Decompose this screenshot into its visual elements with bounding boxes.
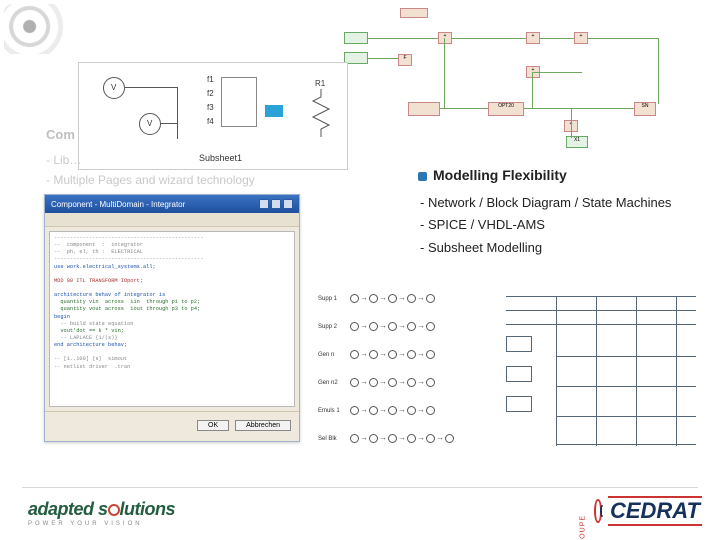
node-icon [407, 322, 416, 331]
node-icon [426, 294, 435, 303]
node-icon [369, 406, 378, 415]
node-icon [369, 322, 378, 331]
node-icon [369, 378, 378, 387]
close-icon[interactable] [283, 199, 293, 209]
node-icon [388, 434, 397, 443]
node-icon [350, 434, 359, 443]
footer-divider [22, 487, 698, 488]
node-icon [369, 350, 378, 359]
block-opt: OPT20 [488, 102, 524, 116]
left-item-0: - Lib… [46, 150, 376, 170]
node-icon [426, 434, 435, 443]
left-heading: Com [46, 124, 376, 146]
node-icon [388, 406, 397, 415]
block-sum1: + [438, 32, 452, 44]
node-icon [407, 406, 416, 415]
node-icon [426, 350, 435, 359]
node-icon [388, 294, 397, 303]
node-icon [426, 378, 435, 387]
node-icon [407, 294, 416, 303]
node-icon [407, 434, 416, 443]
f1-label: f1 [207, 75, 214, 84]
block-label-top [400, 8, 428, 18]
node-icon [350, 322, 359, 331]
block-sum2: + [526, 32, 540, 44]
cancel-button[interactable]: Abbrechen [235, 420, 291, 431]
block-src-a [344, 32, 368, 44]
node-icon [388, 350, 397, 359]
dots-row-label: Gen n [318, 352, 344, 358]
dots-row-label: Sel Blk [318, 436, 344, 442]
block-out: X1 [566, 136, 588, 148]
logo-o-icon [108, 504, 120, 516]
groupe-label: GROUPE [579, 515, 586, 540]
logo-as-part1: adapted s [28, 499, 108, 519]
maximize-icon[interactable] [271, 199, 281, 209]
dots-row-label: Emuls 1 [318, 408, 344, 414]
dots-row: Sel Blk [318, 434, 488, 443]
block-sum4: + [574, 32, 588, 44]
swirl-logo [4, 4, 68, 54]
code-editor[interactable]: ----------------------------------------… [49, 231, 295, 407]
node-icon [350, 406, 359, 415]
dots-row: Supp 1 [318, 294, 488, 303]
window-titlebar[interactable]: Component - MultiDomain - Integrator [45, 195, 299, 213]
f2-label: f2 [207, 89, 214, 98]
window-toolbar[interactable] [45, 213, 299, 227]
block-elec [408, 102, 440, 116]
right-text-column: Modelling Flexibility - Network / Block … [418, 163, 718, 260]
node-icon [407, 350, 416, 359]
dots-row-label: Supp 1 [318, 296, 344, 302]
block-gain: F [398, 54, 412, 66]
node-icon [388, 322, 397, 331]
block-diagram-thumbnail: + F + + + OPT20 + SN X1 [338, 8, 710, 158]
adapted-solutions-logo: adapted s lutions POWER YOUR VISION [28, 496, 228, 530]
detailed-circuit-thumbnail [496, 276, 712, 464]
cedrat-wordmark: CEDRAT [608, 496, 702, 526]
node-icon [350, 350, 359, 359]
adapted-tagline: POWER YOUR VISION [28, 521, 228, 527]
node-icon [388, 378, 397, 387]
node-icon [350, 378, 359, 387]
node-icon [426, 406, 435, 415]
node-icon [426, 322, 435, 331]
ok-button[interactable]: OK [197, 420, 229, 431]
window-button-bar: OK Abbrechen [45, 411, 299, 439]
dots-row: Gen n [318, 350, 488, 359]
block-scope: SN [634, 102, 656, 116]
r1-label: R1 [315, 79, 325, 88]
cedrat-c-icon [594, 499, 602, 523]
node-icon [350, 294, 359, 303]
minimize-icon[interactable] [259, 199, 269, 209]
right-item-0: - Network / Block Diagram / State Machin… [420, 192, 718, 215]
left-item-1: - Multiple Pages and wizard technology [46, 170, 376, 190]
logo-as-part2: lutions [120, 499, 176, 519]
node-icon [369, 294, 378, 303]
node-icon [369, 434, 378, 443]
dots-row-label: Gen n2 [318, 380, 344, 386]
cedrat-logo: GROUPE CEDRAT [552, 492, 702, 530]
right-item-1: - SPICE / VHDL-AMS [420, 214, 718, 237]
dots-row: Gen n2 [318, 378, 488, 387]
multiphase-schematic-thumbnail: Supp 1 Supp 2 Gen n Gen n2 Emuls 1 Sel Blk [310, 280, 490, 460]
node-icon [407, 378, 416, 387]
dots-row-label: Supp 2 [318, 324, 344, 330]
f3-label: f3 [207, 103, 214, 112]
code-editor-window: Component - MultiDomain - Integrator ---… [44, 194, 300, 442]
window-title: Component - MultiDomain - Integrator [51, 200, 185, 209]
dots-row: Supp 2 [318, 322, 488, 331]
right-heading: Modelling Flexibility [418, 163, 718, 188]
node-icon [445, 434, 454, 443]
source-v1-label: V [111, 83, 116, 92]
dots-row: Emuls 1 [318, 406, 488, 415]
right-item-2: - Subsheet Modelling [420, 237, 718, 260]
